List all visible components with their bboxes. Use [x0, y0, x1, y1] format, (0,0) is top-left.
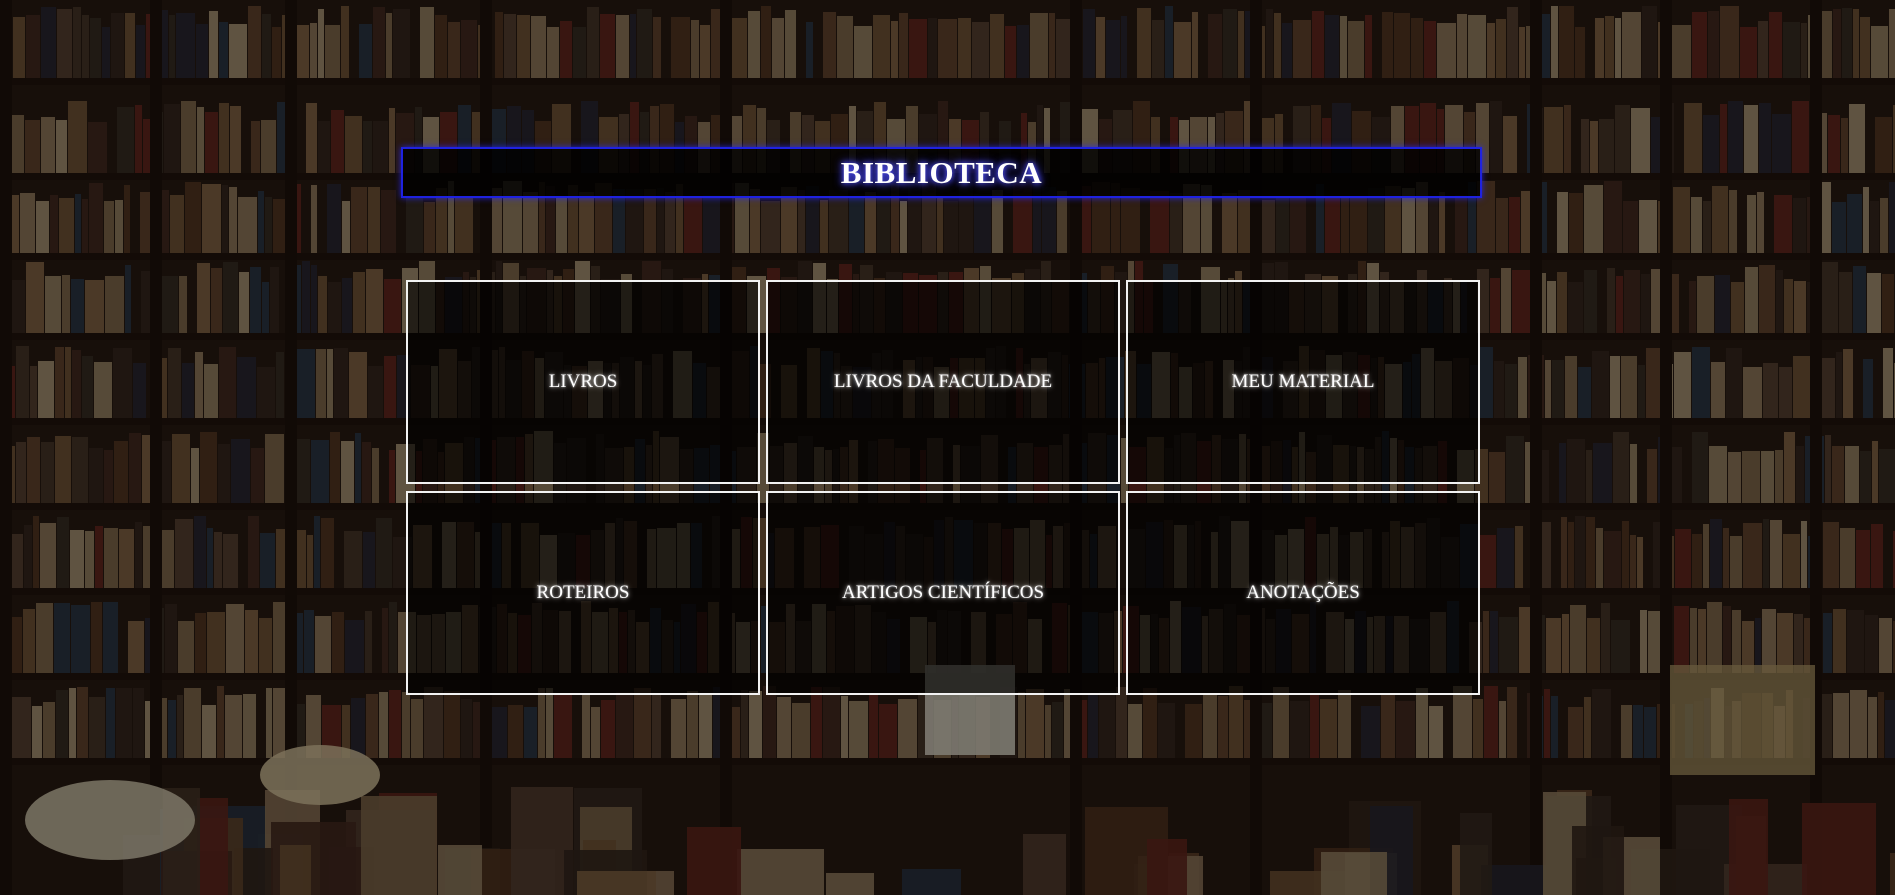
- menu-tile-roteiros[interactable]: ROTEIROS: [406, 491, 760, 695]
- page-title: BIBLIOTECA: [840, 154, 1043, 190]
- menu-tile-livros[interactable]: LIVROS: [406, 280, 760, 484]
- library-page: BIBLIOTECA LIVROS LIVROS DA FACULDADE ME…: [0, 0, 1895, 895]
- menu-tile-label: LIVROS DA FACULDADE: [833, 371, 1053, 392]
- page-title-bar: BIBLIOTECA: [401, 147, 1482, 198]
- menu-tile-anotacoes[interactable]: ANOTAÇÕES: [1126, 491, 1480, 695]
- menu-tile-livros-da-faculdade[interactable]: LIVROS DA FACULDADE: [766, 280, 1120, 484]
- menu-tile-label: MEU MATERIAL: [1231, 371, 1375, 392]
- menu-tile-meu-material[interactable]: MEU MATERIAL: [1126, 280, 1480, 484]
- menu-tile-label: ARTIGOS CIENTÍFICOS: [841, 582, 1045, 603]
- menu-tile-label: ANOTAÇÕES: [1246, 582, 1360, 603]
- menu-tile-label: ROTEIROS: [536, 582, 630, 603]
- menu-tile-artigos-cientificos[interactable]: ARTIGOS CIENTÍFICOS: [766, 491, 1120, 695]
- menu-grid: LIVROS LIVROS DA FACULDADE MEU MATERIAL …: [406, 280, 1480, 695]
- menu-tile-label: LIVROS: [548, 371, 618, 392]
